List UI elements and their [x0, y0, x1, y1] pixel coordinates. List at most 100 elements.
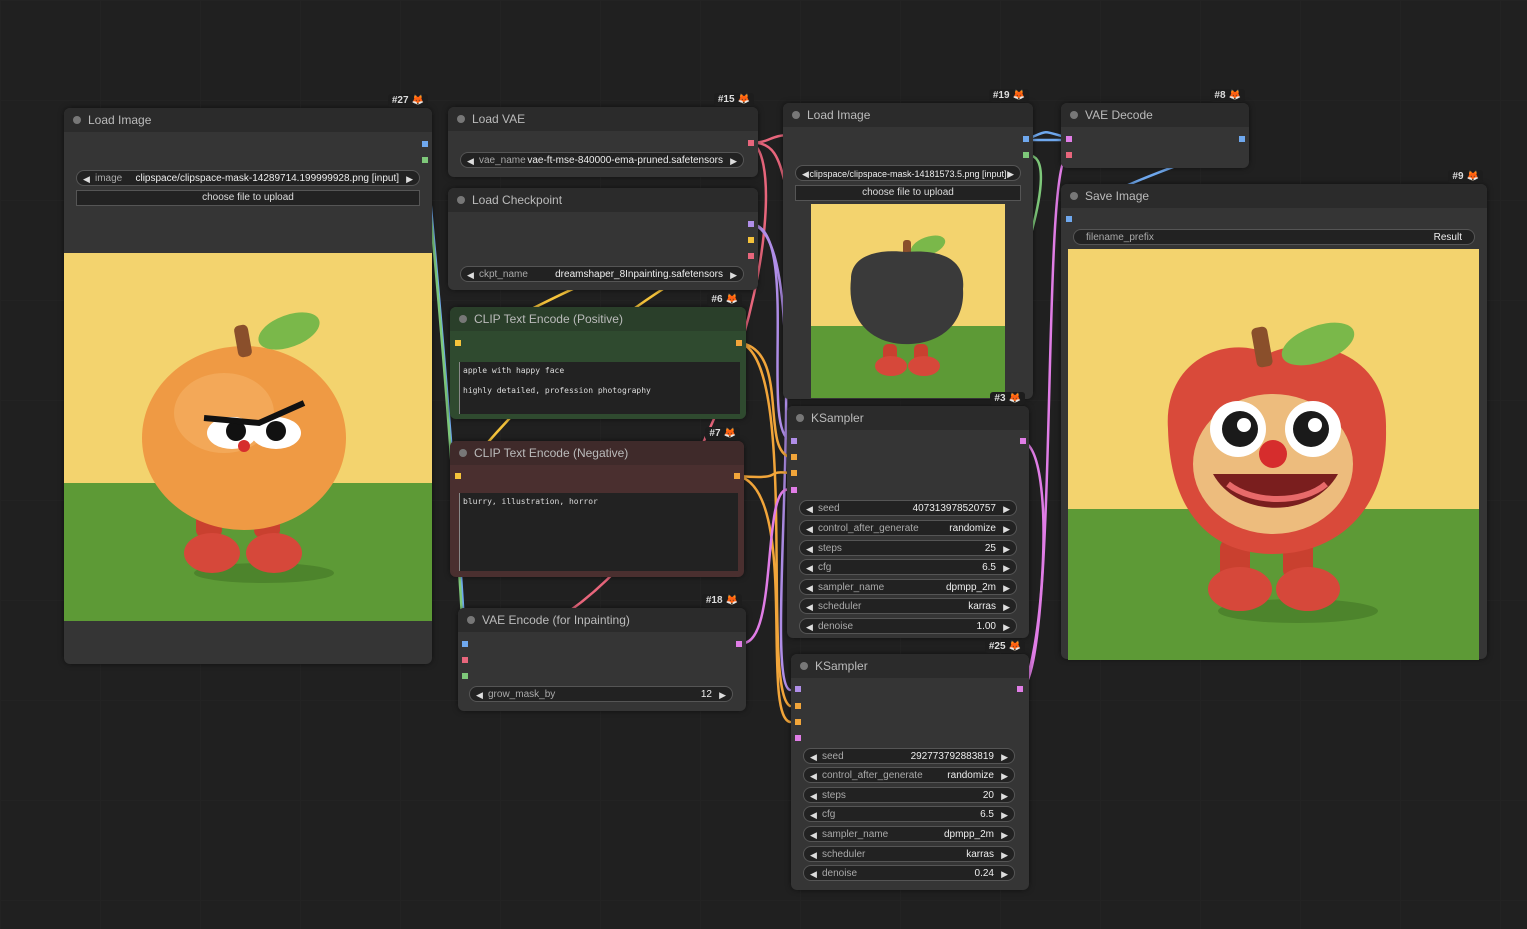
input-latent-slot[interactable] [795, 735, 801, 741]
input-model-slot[interactable] [795, 686, 801, 692]
left-arrow-icon[interactable]: ◀ [810, 866, 817, 882]
negative-prompt-textarea[interactable]: blurry, illustration, horror [459, 493, 738, 571]
output-model-slot[interactable] [748, 221, 754, 227]
steps-stepper[interactable]: ◀ steps 25 ▶ [799, 540, 1017, 556]
output-image-slot[interactable] [422, 141, 428, 147]
node-title[interactable]: KSampler [787, 406, 1029, 430]
ckpt-name-select[interactable]: ◀ ckpt_name dreamshaper_8Inpainting.safe… [460, 266, 744, 282]
left-arrow-icon[interactable]: ◀ [810, 807, 817, 823]
right-arrow-icon[interactable]: ▶ [1001, 847, 1008, 863]
seed-stepper[interactable]: ◀ seed 292773792883819 ▶ [803, 748, 1015, 764]
node-title[interactable]: KSampler [791, 654, 1029, 678]
output-conditioning-slot[interactable] [734, 473, 740, 479]
input-positive-slot[interactable] [795, 703, 801, 709]
node-clip-positive-6[interactable]: #6 🦊 CLIP Text Encode (Positive) apple wi… [450, 293, 746, 419]
node-title[interactable]: CLIP Text Encode (Negative) [450, 441, 744, 465]
node-title[interactable]: CLIP Text Encode (Positive) [450, 307, 746, 331]
right-arrow-icon[interactable]: ▶ [730, 267, 737, 283]
left-arrow-icon[interactable]: ◀ [810, 768, 817, 784]
output-mask-slot[interactable] [422, 157, 428, 163]
denoise-stepper[interactable]: ◀ denoise 0.24 ▶ [803, 865, 1015, 881]
sampler-name-select[interactable]: ◀ sampler_name dpmpp_2m ▶ [799, 579, 1017, 595]
input-pixels-slot[interactable] [462, 641, 468, 647]
left-arrow-icon[interactable]: ◀ [806, 599, 813, 615]
right-arrow-icon[interactable]: ▶ [1007, 166, 1014, 182]
input-latent-slot[interactable] [791, 487, 797, 493]
right-arrow-icon[interactable]: ▶ [406, 171, 413, 187]
input-images-slot[interactable] [1066, 216, 1072, 222]
output-vae-slot[interactable] [748, 253, 754, 259]
image-select[interactable]: ◀ clipspace/clipspace-mask-14181573.5.pn… [795, 165, 1021, 181]
node-title[interactable]: Load Image [783, 103, 1033, 127]
output-vae-slot[interactable] [748, 140, 754, 146]
left-arrow-icon[interactable]: ◀ [810, 788, 817, 804]
input-clip-slot[interactable] [455, 340, 461, 346]
denoise-stepper[interactable]: ◀ denoise 1.00 ▶ [799, 618, 1017, 634]
left-arrow-icon[interactable]: ◀ [467, 267, 474, 283]
right-arrow-icon[interactable]: ▶ [1001, 768, 1008, 784]
left-arrow-icon[interactable]: ◀ [806, 619, 813, 635]
node-title[interactable]: VAE Encode (for Inpainting) [458, 608, 746, 632]
node-load-image-19[interactable]: #19 🦊 Load Image ◀ clipspace/clipspace-ma… [783, 89, 1033, 399]
output-image-slot[interactable] [1023, 136, 1029, 142]
input-model-slot[interactable] [791, 438, 797, 444]
node-save-image-9[interactable]: #9 🦊 Save Image filename_prefix Result [1061, 170, 1487, 660]
right-arrow-icon[interactable]: ▶ [1001, 807, 1008, 823]
left-arrow-icon[interactable]: ◀ [806, 541, 813, 557]
node-title[interactable]: VAE Decode [1061, 103, 1249, 127]
filename-prefix-input[interactable]: filename_prefix Result [1073, 229, 1475, 245]
right-arrow-icon[interactable]: ▶ [1001, 749, 1008, 765]
left-arrow-icon[interactable]: ◀ [476, 687, 483, 703]
node-clip-negative-7[interactable]: #7 🦊 CLIP Text Encode (Negative) blurry, … [450, 427, 744, 577]
output-clip-slot[interactable] [748, 237, 754, 243]
sampler-name-select[interactable]: ◀ sampler_name dpmpp_2m ▶ [803, 826, 1015, 842]
right-arrow-icon[interactable]: ▶ [1001, 866, 1008, 882]
input-samples-slot[interactable] [1066, 136, 1072, 142]
input-negative-slot[interactable] [791, 470, 797, 476]
node-load-vae-15[interactable]: #15 🦊 Load VAE ◀ vae_name vae-ft-mse-8400… [448, 93, 758, 177]
node-title[interactable]: Load VAE [448, 107, 758, 131]
output-conditioning-slot[interactable] [736, 340, 742, 346]
right-arrow-icon[interactable]: ▶ [1001, 788, 1008, 804]
left-arrow-icon[interactable]: ◀ [810, 847, 817, 863]
scheduler-select[interactable]: ◀ scheduler karras ▶ [799, 598, 1017, 614]
right-arrow-icon[interactable]: ▶ [1003, 619, 1010, 635]
input-mask-slot[interactable] [462, 673, 468, 679]
node-ksampler-25[interactable]: #25 🦊 KSampler ◀ seed 292773792883819 ▶ ◀ con… [791, 640, 1029, 890]
input-vae-slot[interactable] [1066, 152, 1072, 158]
cfg-stepper[interactable]: ◀ cfg 6.5 ▶ [799, 559, 1017, 575]
left-arrow-icon[interactable]: ◀ [467, 153, 474, 169]
node-title[interactable]: Load Checkpoint [448, 188, 758, 212]
scheduler-select[interactable]: ◀ scheduler karras ▶ [803, 846, 1015, 862]
cfg-stepper[interactable]: ◀ cfg 6.5 ▶ [803, 806, 1015, 822]
vae-name-select[interactable]: ◀ vae_name vae-ft-mse-840000-ema-pruned.… [460, 152, 744, 168]
right-arrow-icon[interactable]: ▶ [1003, 501, 1010, 517]
output-mask-slot[interactable] [1023, 152, 1029, 158]
node-ksampler-3[interactable]: #3 🦊 KSampler ◀ seed 407313978520757 ▶ ◀ cont… [787, 392, 1029, 638]
control-after-generate-select[interactable]: ◀ control_after_generate randomize ▶ [803, 767, 1015, 783]
left-arrow-icon[interactable]: ◀ [806, 501, 813, 517]
left-arrow-icon[interactable]: ◀ [806, 521, 813, 537]
left-arrow-icon[interactable]: ◀ [83, 171, 90, 187]
node-vae-decode-8[interactable]: #8 🦊 VAE Decode [1061, 89, 1249, 168]
right-arrow-icon[interactable]: ▶ [1003, 560, 1010, 576]
left-arrow-icon[interactable]: ◀ [806, 580, 813, 596]
right-arrow-icon[interactable]: ▶ [1003, 599, 1010, 615]
right-arrow-icon[interactable]: ▶ [719, 687, 726, 703]
positive-prompt-textarea[interactable]: apple with happy face highly detailed, p… [459, 362, 740, 414]
right-arrow-icon[interactable]: ▶ [730, 153, 737, 169]
node-load-image-27[interactable]: #27 🦊 Load Image ◀ image clipspace/clipsp… [64, 94, 432, 664]
node-load-checkpoint[interactable]: Load Checkpoint ◀ ckpt_name dreamshaper_… [448, 188, 758, 290]
node-title[interactable]: Load Image [64, 108, 432, 132]
right-arrow-icon[interactable]: ▶ [1003, 580, 1010, 596]
output-latent-slot[interactable] [736, 641, 742, 647]
left-arrow-icon[interactable]: ◀ [810, 827, 817, 843]
output-latent-slot[interactable] [1020, 438, 1026, 444]
steps-stepper[interactable]: ◀ steps 20 ▶ [803, 787, 1015, 803]
input-positive-slot[interactable] [791, 454, 797, 460]
control-after-generate-select[interactable]: ◀ control_after_generate randomize ▶ [799, 520, 1017, 536]
right-arrow-icon[interactable]: ▶ [1001, 827, 1008, 843]
output-image-slot[interactable] [1239, 136, 1245, 142]
grow-mask-by-stepper[interactable]: ◀ grow_mask_by 12 ▶ [469, 686, 733, 702]
input-vae-slot[interactable] [462, 657, 468, 663]
